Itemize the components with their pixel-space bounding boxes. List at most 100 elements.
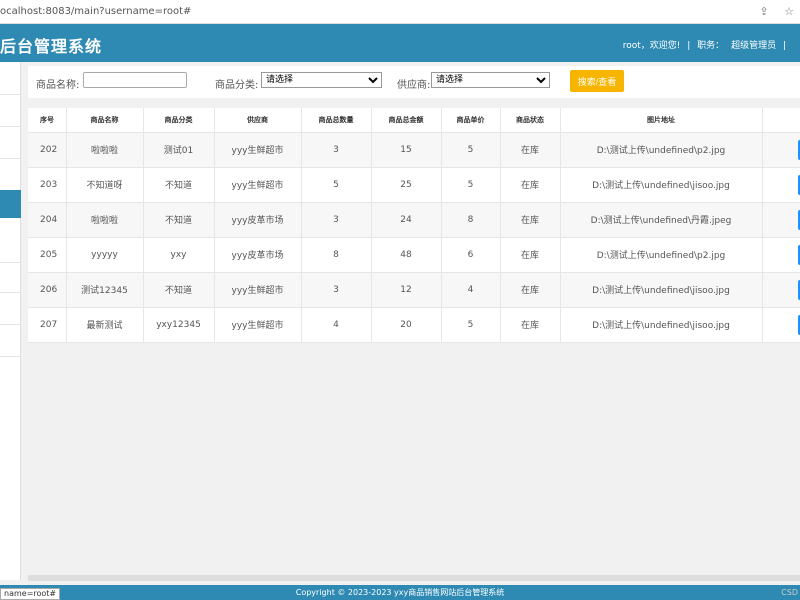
address-url[interactable]: ocalhost:8083/main?username=root#	[0, 0, 191, 24]
table-cell: 在库	[500, 307, 561, 343]
table-cell: yyy皮革市场	[214, 237, 302, 273]
table-cell: 上	[762, 272, 800, 308]
search-button[interactable]: 搜索/查看	[570, 70, 624, 92]
table-cell: 202	[28, 132, 67, 168]
table-cell: 3	[301, 202, 372, 238]
sidebar-divider	[0, 126, 21, 127]
product-name-input[interactable]	[83, 72, 187, 88]
column-header: 商品名称	[66, 108, 144, 133]
table-cell: 205	[28, 237, 67, 273]
table-cell: 20	[371, 307, 442, 343]
page-title: 后台管理系统	[0, 37, 103, 56]
category-label: 商品分类:	[215, 80, 259, 91]
table-cell: 8	[301, 237, 372, 273]
table-cell: 上	[762, 237, 800, 273]
table-cell: D:\测试上传\undefined\p2.jpg	[560, 237, 763, 273]
table-cell: 上	[762, 202, 800, 238]
column-header	[762, 108, 800, 133]
product-table-container: 序号 商品名称 商品分类 供应商 商品总数量 商品总金额 商品单价 商品状态 图…	[28, 108, 800, 343]
table-cell: yyy皮革市场	[214, 202, 302, 238]
table-row: 207 最新测试 yxy12345 yyy生鲜超市 4 20 5 在库 D:\测试上传\unde…	[28, 307, 800, 343]
sidebar	[0, 62, 21, 580]
column-header: 供应商	[214, 108, 302, 133]
column-header: 序号	[28, 108, 67, 133]
product-name-label: 商品名称:	[36, 80, 80, 91]
table-cell: 48	[371, 237, 442, 273]
sidebar-divider	[0, 356, 21, 357]
table-cell: yyyyy	[66, 237, 144, 273]
sidebar-divider	[0, 324, 21, 325]
table-cell: D:\测试上传\undefined\jisoo.jpg	[560, 272, 763, 308]
column-header: 商品状态	[500, 108, 561, 133]
table-row: 203 不知道呀 不知道 yyy生鲜超市 5 25 5 在库 D:\测试上传\undefined…	[28, 167, 800, 203]
table-cell: 5	[441, 132, 501, 168]
greeting: root，欢迎您!	[622, 41, 681, 51]
table-cell: 测试12345	[66, 272, 144, 308]
table-row: 205 yyyyy yxy yyy皮革市场 8 48 6 在库 D:\测试上传\undefine…	[28, 237, 800, 273]
table-cell: 5	[441, 307, 501, 343]
table-cell: D:\测试上传\undefined\丹霞.jpeg	[560, 202, 763, 238]
column-header: 商品总金额	[371, 108, 442, 133]
table-cell: 15	[371, 132, 442, 168]
top-header: 后台管理系统 root，欢迎您! | 职务： 超级管理员 |	[0, 24, 800, 62]
table-cell: 4	[301, 307, 372, 343]
table-cell: D:\测试上传\undefined\jisoo.jpg	[560, 307, 763, 343]
table-header-row: 序号 商品名称 商品分类 供应商 商品总数量 商品总金额 商品单价 商品状态 图…	[28, 108, 800, 133]
table-cell: 上	[762, 307, 800, 343]
table-row: 206 测试12345 不知道 yyy生鲜超市 3 12 4 在库 D:\测试上传\undefi…	[28, 272, 800, 308]
table-cell: 不知道呀	[66, 167, 144, 203]
table-cell: 24	[371, 202, 442, 238]
column-header: 图片地址	[560, 108, 763, 133]
star-icon[interactable]: ☆	[784, 5, 794, 18]
table-cell: 测试01	[143, 132, 215, 168]
table-cell: yyy生鲜超市	[214, 307, 302, 343]
table-cell: 12	[371, 272, 442, 308]
table-cell: yxy12345	[143, 307, 215, 343]
table-cell: 不知道	[143, 272, 215, 308]
table-cell: 在库	[500, 237, 561, 273]
column-header: 商品总数量	[301, 108, 372, 133]
table-cell: 207	[28, 307, 67, 343]
column-header: 商品单价	[441, 108, 501, 133]
table-cell: 最新测试	[66, 307, 144, 343]
table-cell: 3	[301, 132, 372, 168]
table-cell: 上	[762, 132, 800, 168]
sidebar-divider	[0, 262, 21, 263]
separator: |	[687, 41, 691, 51]
table-cell: 在库	[500, 132, 561, 168]
table-cell: 206	[28, 272, 67, 308]
table-row: 202 啦啦啦 测试01 yyy生鲜超市 3 15 5 在库 D:\测试上传\undefined…	[28, 132, 800, 168]
status-url: name=root#	[0, 588, 61, 600]
table-row: 204 啦啦啦 不知道 yyy皮革市场 3 24 8 在库 D:\测试上传\undefined\…	[28, 202, 800, 238]
table-cell: yyy生鲜超市	[214, 132, 302, 168]
table-cell: 5	[301, 167, 372, 203]
role-label: 职务：	[697, 41, 725, 51]
table-cell: 上	[762, 167, 800, 203]
table-cell: 不知道	[143, 167, 215, 203]
footer: Copyright © 2023-2023 yxy商品销售网站后台管理系统	[0, 585, 800, 600]
table-cell: 啦啦啦	[66, 132, 144, 168]
category-select[interactable]: 请选择	[261, 72, 382, 88]
supplier-select[interactable]: 请选择	[431, 72, 550, 88]
sidebar-divider	[0, 158, 21, 159]
sidebar-divider	[0, 292, 21, 293]
table-cell: 4	[441, 272, 501, 308]
sidebar-divider	[0, 94, 21, 95]
horizontal-scrollbar[interactable]	[28, 575, 800, 581]
role-value: 超级管理员	[731, 41, 777, 51]
browser-address-bar[interactable]: ocalhost:8083/main?username=root# ⇪ ☆	[0, 0, 800, 24]
supplier-label: 供应商:	[397, 80, 431, 91]
share-icon[interactable]: ⇪	[759, 5, 768, 18]
table-cell: 在库	[500, 272, 561, 308]
table-cell: 203	[28, 167, 67, 203]
table-cell: 在库	[500, 202, 561, 238]
table-cell: yxy	[143, 237, 215, 273]
table-cell: yyy生鲜超市	[214, 272, 302, 308]
sidebar-item-active[interactable]	[0, 190, 21, 218]
table-cell: 3	[301, 272, 372, 308]
column-header: 商品分类	[143, 108, 215, 133]
separator: |	[782, 41, 786, 51]
table-cell: D:\测试上传\undefined\jisoo.jpg	[560, 167, 763, 203]
table-cell: 6	[441, 237, 501, 273]
table-cell: 8	[441, 202, 501, 238]
